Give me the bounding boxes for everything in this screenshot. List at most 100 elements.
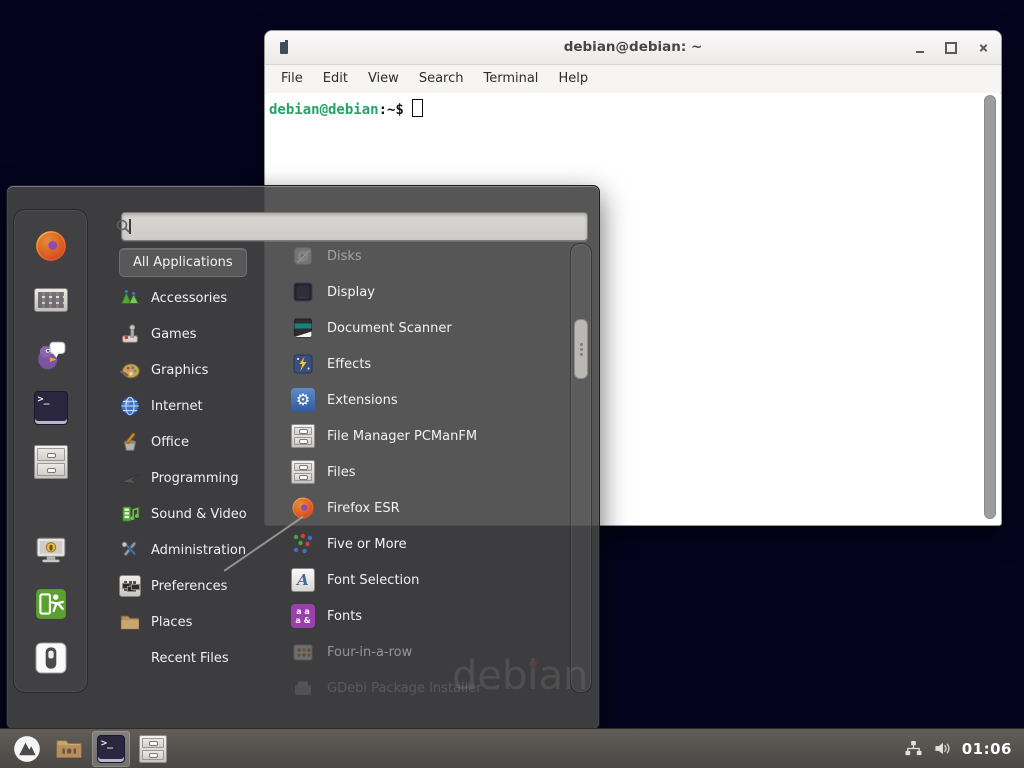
category-all-applications[interactable]: All Applications <box>119 248 247 277</box>
terminal-menu-terminal[interactable]: Terminal <box>473 65 548 93</box>
terminal-title: debian@debian: ~ <box>265 31 1001 64</box>
internet-icon <box>119 395 141 417</box>
taskbar-terminal[interactable]: >_ <box>92 731 130 767</box>
prompt-user-host: debian@debian <box>269 102 379 118</box>
category-places[interactable]: Places <box>119 604 279 640</box>
menu-scrollbar-thumb[interactable] <box>574 319 588 379</box>
display-icon <box>291 280 315 304</box>
terminal-menu-file[interactable]: File <box>271 65 313 93</box>
accessories-icon <box>119 287 141 309</box>
clock[interactable]: 01:06 <box>962 740 1012 758</box>
app-disks: Disks <box>291 238 569 274</box>
terminal-menu-view[interactable]: View <box>358 65 409 93</box>
programming-icon <box>119 467 141 489</box>
terminal-icon: >_ <box>34 391 68 425</box>
lock-screen-button[interactable] <box>33 532 69 568</box>
terminal-menu-search[interactable]: Search <box>409 65 474 93</box>
maximize-button[interactable] <box>945 42 957 54</box>
app-display[interactable]: Display <box>291 274 569 310</box>
application-menu: >_ All Applications AccessoriesGames Graph… <box>6 185 600 730</box>
disks-icon <box>291 244 315 268</box>
file-cabinet-icon <box>34 445 68 479</box>
app-label: Document Scanner <box>327 321 452 336</box>
prompt-path: :~$ <box>379 102 404 118</box>
favorite-terminal[interactable]: >_ <box>33 390 69 426</box>
terminal-scrollbar-thumb[interactable] <box>984 95 996 519</box>
app-document-scanner[interactable]: Document Scanner <box>291 310 569 346</box>
terminal-scrollbar[interactable] <box>985 95 997 519</box>
app-label: Files <box>327 465 356 480</box>
folder-icon <box>55 735 83 763</box>
shutdown-button[interactable] <box>33 640 69 676</box>
taskbar-file-manager[interactable] <box>50 731 88 767</box>
category-preferences[interactable]: Preferences <box>119 568 279 604</box>
app-label: Font Selection <box>327 573 419 588</box>
app-extensions[interactable]: ⚙Extensions <box>291 382 569 418</box>
terminal-icon: >_ <box>97 735 125 763</box>
app-font-selection[interactable]: AFont Selection <box>291 562 569 598</box>
taskbar-menu-launcher[interactable] <box>8 731 46 767</box>
app-files[interactable]: Files <box>291 454 569 490</box>
places-icon <box>119 611 141 633</box>
logout-button[interactable] <box>33 586 69 622</box>
app-firefox-esr[interactable]: Firefox ESR <box>291 490 569 526</box>
category-label: Recent Files <box>151 651 229 666</box>
volume-icon[interactable] <box>933 740 952 757</box>
app-effects[interactable]: Effects <box>291 346 569 382</box>
app-label: Firefox ESR <box>327 501 400 516</box>
terminal-menu-edit[interactable]: Edit <box>313 65 358 93</box>
extensions-icon: ⚙ <box>291 388 315 412</box>
app-five-or-more[interactable]: Five or More <box>291 526 569 562</box>
desktop: debian debian@debian: ~ FileEditViewSear… <box>0 0 1024 768</box>
app-fonts[interactable]: a aa & Fonts <box>291 598 569 634</box>
menu-scrollbar[interactable] <box>570 243 592 693</box>
taskbar-file-cabinet[interactable] <box>134 731 172 767</box>
app-label: File Manager PCManFM <box>327 429 477 444</box>
category-recent-files[interactable]: Recent Files <box>119 640 279 676</box>
keyboard-icon <box>34 283 68 317</box>
lock-screen-icon <box>34 533 68 567</box>
favorite-firefox[interactable] <box>33 228 69 264</box>
category-graphics[interactable]: Graphics <box>119 352 279 388</box>
fonts-icon: a aa & <box>291 604 315 628</box>
category-games[interactable]: Games <box>119 316 279 352</box>
favorite-keyboard[interactable] <box>33 282 69 318</box>
terminal-menu-help[interactable]: Help <box>548 65 598 93</box>
firefox-icon <box>34 229 68 263</box>
shell-prompt: debian@debian:~$ <box>269 99 423 118</box>
five-or-more-icon <box>291 532 315 556</box>
search-input[interactable] <box>121 212 588 241</box>
shutdown-icon <box>34 641 68 675</box>
app-label: Display <box>327 285 375 300</box>
category-label: Preferences <box>151 579 227 594</box>
category-label: Internet <box>151 399 203 414</box>
category-programming[interactable]: Programming <box>119 460 279 496</box>
category-label: Administration <box>151 543 246 558</box>
file-cabinet-icon <box>291 424 315 448</box>
window-controls <box>916 31 989 64</box>
app-label: Fonts <box>327 609 362 624</box>
launcher-icon <box>13 735 41 763</box>
category-label: Graphics <box>151 363 208 378</box>
favorite-file-cabinet[interactable] <box>33 444 69 480</box>
preferences-icon <box>119 575 141 597</box>
network-icon[interactable] <box>904 740 923 757</box>
file-cabinet-icon <box>139 735 167 763</box>
category-accessories[interactable]: Accessories <box>119 280 279 316</box>
category-sound-video[interactable]: Sound & Video <box>119 496 279 532</box>
app-four-in-a-row: Four-in-a-row <box>291 634 569 670</box>
category-internet[interactable]: Internet <box>119 388 279 424</box>
app-gdebi-package-installer: GDebi Package Installer <box>291 670 569 706</box>
category-office[interactable]: Office <box>119 424 279 460</box>
app-file-manager-pcmanfm[interactable]: File Manager PCManFM <box>291 418 569 454</box>
close-button[interactable] <box>978 42 989 53</box>
games-icon <box>119 323 141 345</box>
sound-video-icon <box>119 503 141 525</box>
terminal-cursor <box>412 99 423 117</box>
minimize-button[interactable] <box>916 51 924 53</box>
search-icon <box>115 218 131 234</box>
four-in-a-row-icon <box>291 640 315 664</box>
favorite-pidgin[interactable] <box>33 336 69 372</box>
terminal-titlebar[interactable]: debian@debian: ~ <box>265 31 1001 65</box>
document-scanner-icon <box>291 316 315 340</box>
